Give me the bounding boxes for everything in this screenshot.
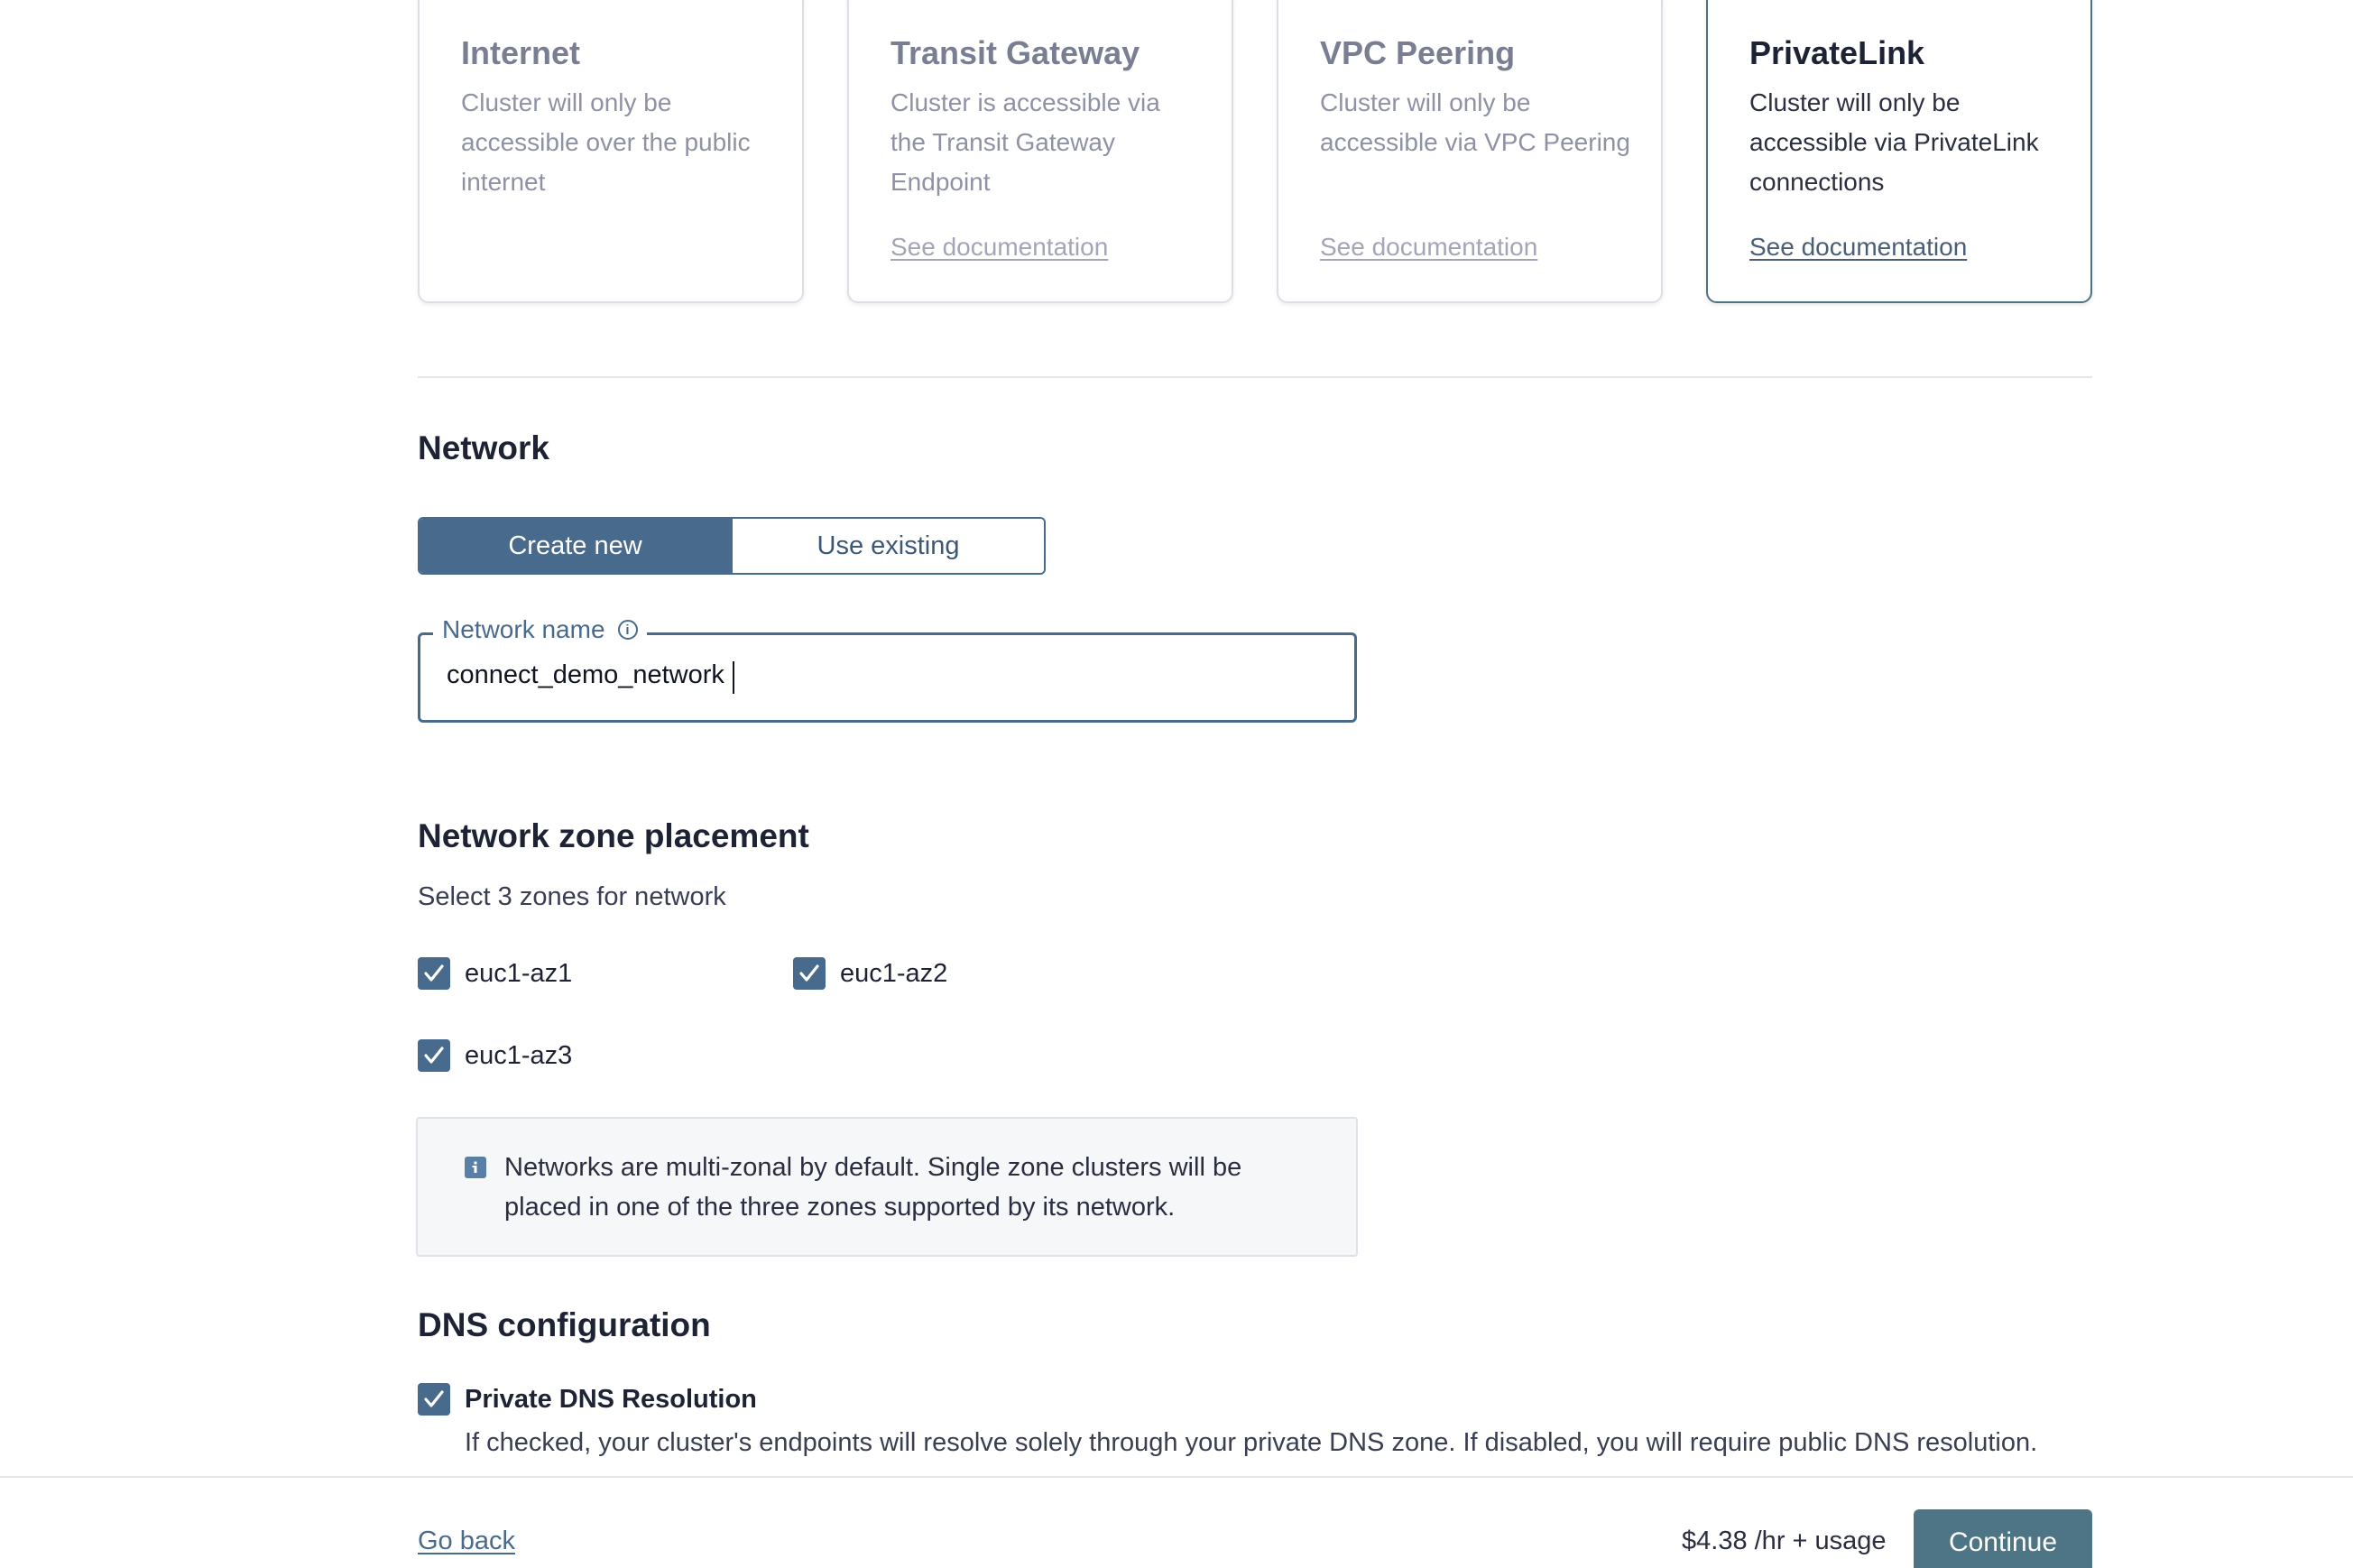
network-name-input[interactable]	[447, 660, 1331, 690]
private-dns-checkbox[interactable]	[418, 1383, 450, 1416]
network-name-field: Network name i	[418, 615, 1357, 723]
network-name-label: Network name	[442, 615, 605, 643]
private-dns-label: Private DNS Resolution	[465, 1384, 757, 1414]
go-back-link[interactable]: Go back	[418, 1526, 515, 1556]
connectivity-card-vpc-peering[interactable]: VPC Peering Cluster will only be accessi…	[1277, 0, 1663, 303]
connectivity-card-transit-gateway[interactable]: Transit Gateway Cluster is accessible vi…	[847, 0, 1233, 303]
card-description: Cluster will only be accessible via VPC …	[1320, 88, 1630, 156]
info-icon[interactable]: i	[617, 620, 638, 640]
section-divider	[418, 376, 2092, 378]
card-title: Internet	[461, 34, 581, 71]
connectivity-card-internet[interactable]: Internet Cluster will only be accessible…	[418, 0, 804, 303]
check-icon	[424, 1047, 444, 1064]
network-mode-toggle: Create new Use existing	[418, 517, 1046, 575]
zone-placement-subtitle: Select 3 zones for network	[418, 882, 726, 911]
documentation-link[interactable]: See documentation	[890, 233, 1108, 262]
info-icon	[465, 1157, 486, 1178]
zone-label: euc1-az2	[840, 958, 948, 988]
text-cursor	[733, 661, 734, 694]
check-icon	[424, 964, 444, 982]
checkbox-checked[interactable]	[793, 957, 826, 990]
multi-zone-info-box: Networks are multi-zonal by default. Sin…	[416, 1117, 1358, 1257]
network-section-title: Network	[418, 429, 549, 466]
zone-checkbox-euc1-az3[interactable]: euc1-az3	[418, 1039, 572, 1072]
zone-label: euc1-az3	[465, 1040, 573, 1070]
zone-checkbox-euc1-az1[interactable]: euc1-az1	[418, 957, 572, 990]
checkbox-checked[interactable]	[418, 957, 450, 990]
price-summary: $4.38 /hr + usage	[1682, 1526, 1887, 1555]
check-icon	[424, 1390, 444, 1407]
private-dns-description: If checked, your cluster's endpoints wil…	[465, 1428, 2038, 1457]
footer-bar: Go back $4.38 /hr + usage Continue	[0, 1476, 2353, 1568]
checkbox-checked[interactable]	[418, 1039, 450, 1072]
private-dns-checkbox-row[interactable]: Private DNS Resolution	[418, 1383, 757, 1416]
card-title: PrivateLink	[1749, 34, 1925, 71]
check-icon	[799, 964, 819, 982]
card-description: Cluster will only be accessible over the…	[461, 88, 751, 196]
card-description: Cluster will only be accessible via Priv…	[1749, 88, 2039, 196]
documentation-link[interactable]: See documentation	[1749, 233, 1967, 262]
info-text: Networks are multi-zonal by default. Sin…	[504, 1153, 1242, 1222]
card-title: VPC Peering	[1320, 34, 1516, 71]
card-description: Cluster is accessible via the Transit Ga…	[890, 88, 1160, 196]
zone-placement-title: Network zone placement	[418, 817, 809, 854]
zone-label: euc1-az1	[465, 958, 573, 988]
create-new-button[interactable]: Create new	[420, 519, 731, 573]
connectivity-card-privatelink[interactable]: PrivateLink Cluster will only be accessi…	[1706, 0, 2092, 303]
dns-section-title: DNS configuration	[418, 1306, 711, 1343]
page-root: Internet Cluster will only be accessible…	[0, 0, 2353, 1568]
zone-checkbox-euc1-az2[interactable]: euc1-az2	[793, 957, 947, 990]
documentation-link[interactable]: See documentation	[1320, 233, 1537, 262]
continue-button[interactable]: Continue	[1914, 1509, 2092, 1568]
use-existing-button[interactable]: Use existing	[731, 519, 1044, 573]
card-title: Transit Gateway	[890, 34, 1140, 71]
network-name-label-group: Network name i	[433, 615, 647, 644]
